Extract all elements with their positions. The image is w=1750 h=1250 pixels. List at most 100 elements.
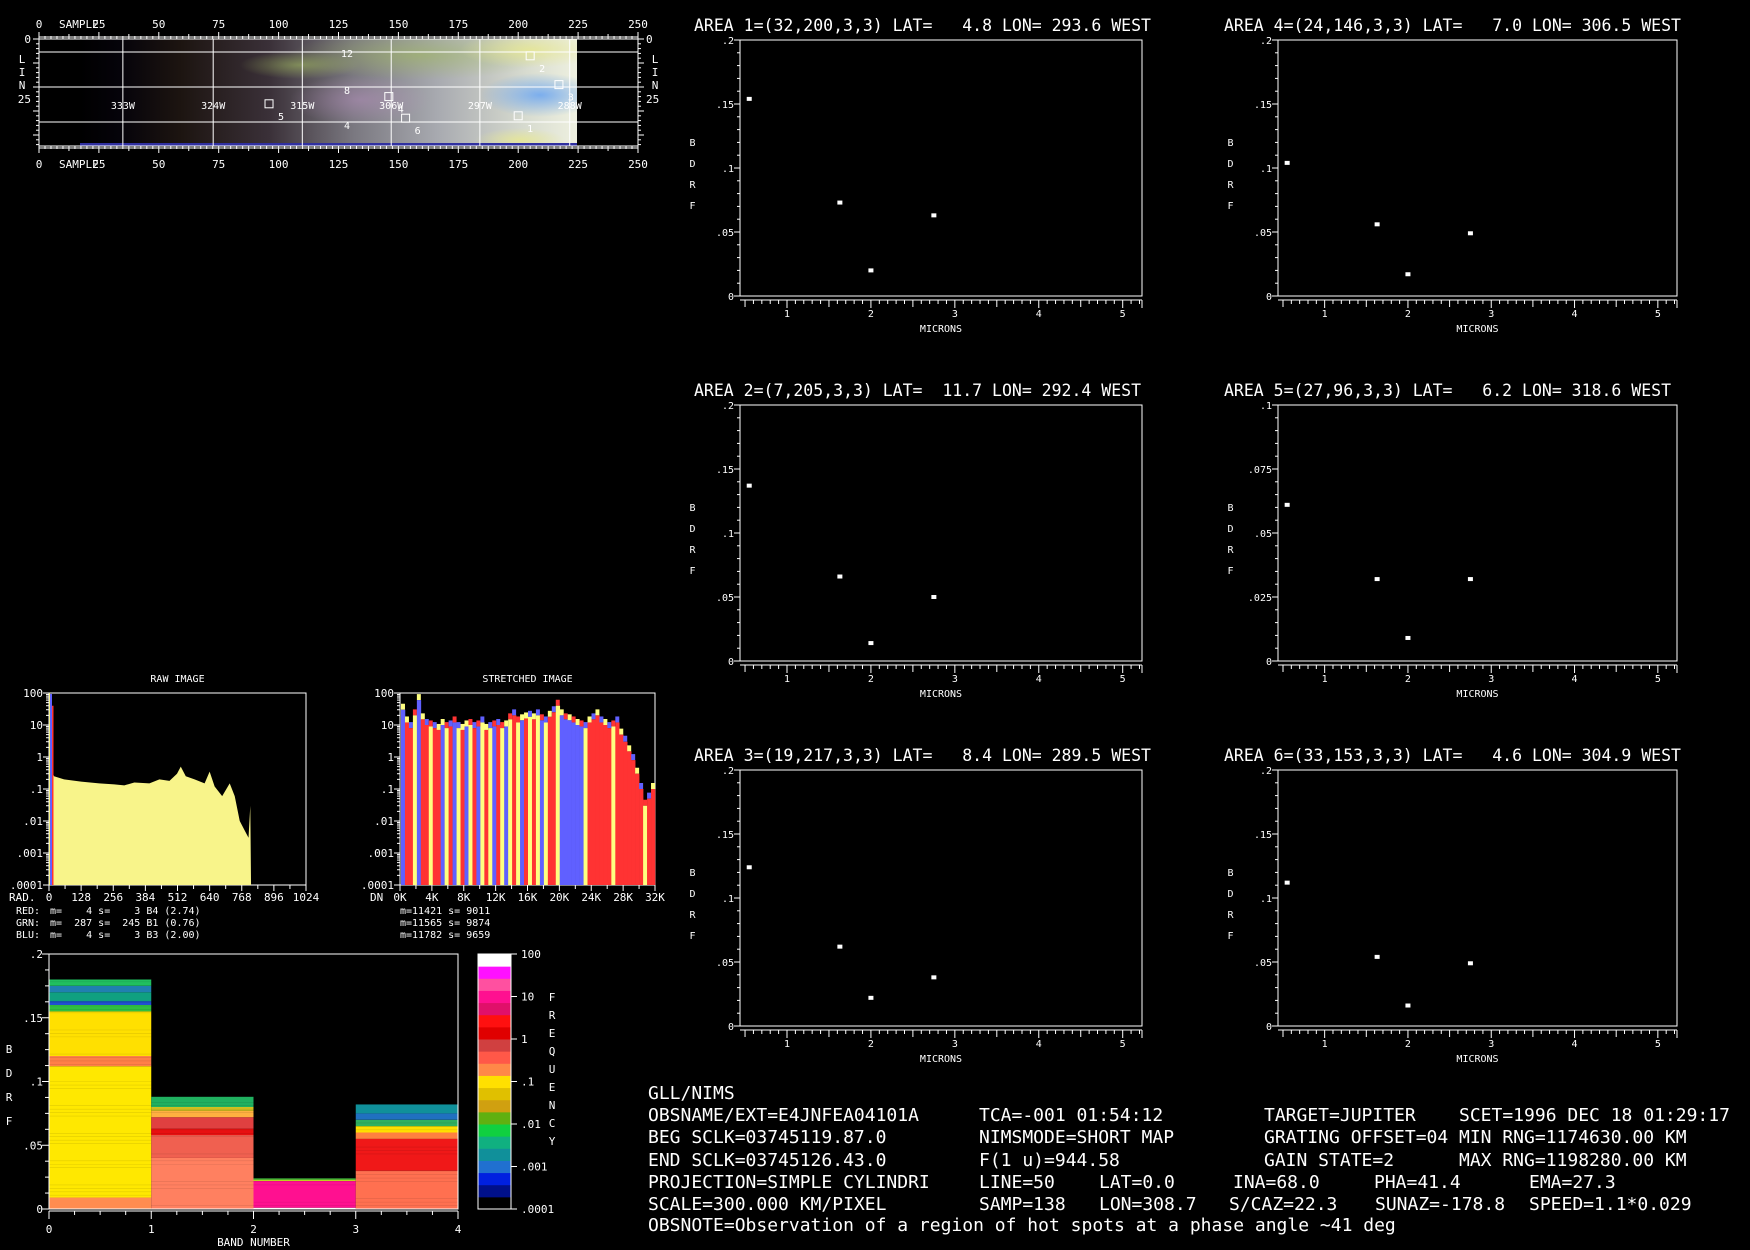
y-tick-label: .05: [716, 958, 734, 969]
band-bar-segment: [49, 985, 152, 993]
x-axis-label: DN: [370, 891, 383, 904]
y-tick-label: 0: [728, 1022, 734, 1033]
histogram-bin: [520, 720, 525, 885]
sample-tick-label: 100: [269, 18, 289, 31]
histogram-bin-cap: [456, 722, 461, 729]
stat-text: m=11421 s= 9011: [400, 906, 490, 917]
x-tick-label: 3: [1488, 1039, 1494, 1050]
histogram-bin: [559, 715, 565, 885]
data-point: [1284, 160, 1290, 165]
sample-tick-label: 200: [508, 18, 528, 31]
data-point: [746, 96, 752, 101]
x-tick-label: 2: [868, 1039, 874, 1050]
histogram-bin: [583, 728, 588, 885]
band-bar-segment: [49, 1001, 152, 1005]
histogram-bin-cap: [401, 703, 405, 710]
histogram-bin-cap: [480, 716, 485, 723]
sample-tick-label: 250: [628, 158, 648, 171]
y-tick-label: .15: [716, 465, 734, 476]
colorbar-swatch: [478, 1184, 511, 1198]
colorbar-swatch: [478, 1002, 511, 1016]
histogram-bin-cap: [416, 694, 421, 701]
histogram-bin: [627, 751, 632, 885]
y-tick-label: .05: [1254, 228, 1272, 239]
sample-tick-label: 200: [508, 158, 528, 171]
colorbar-tick-label: .001: [521, 1161, 548, 1174]
x-tick-label: 2: [868, 674, 874, 685]
y-axis-label: BDRF: [687, 502, 698, 587]
histogram-bin: [603, 725, 608, 885]
colorbar-swatch: [478, 1039, 511, 1052]
x-tick-label: 1: [784, 674, 790, 685]
line-axis-letter: N: [652, 79, 659, 92]
histogram-bin-cap: [555, 699, 560, 706]
data-point: [746, 865, 752, 870]
histogram-bin: [647, 798, 652, 885]
area-plot-title: AREA 3=(19,217,3,3) LAT= 8.4 LON= 289.5 …: [694, 746, 1151, 765]
histogram-bin: [432, 728, 438, 885]
x-tick-label: 896: [264, 891, 284, 904]
y-tick-label: .2: [1260, 36, 1272, 47]
histogram-bin: [531, 719, 537, 885]
y-tick-label: .05: [1254, 529, 1272, 540]
data-point: [1374, 222, 1380, 227]
sample-tick-label: 150: [388, 158, 408, 171]
histogram-bin: [595, 715, 600, 885]
x-axis-label: MICRONS: [1456, 689, 1498, 700]
area-plot-3: AREA 3=(19,217,3,3) LAT= 8.4 LON= 289.5 …: [694, 746, 1151, 1065]
colorbar-swatch: [478, 1014, 511, 1028]
x-axis-label: MICRONS: [920, 689, 962, 700]
sample-tick-label: 125: [329, 158, 349, 171]
histogram-bin: [579, 726, 584, 885]
x-tick-label: 2: [868, 309, 874, 320]
y-axis-label: BDRF: [2, 1042, 16, 1139]
histogram-bin: [551, 712, 557, 885]
histogram-bin-cap: [603, 719, 608, 725]
histogram-bin: [524, 718, 529, 885]
x-tick-label: 4: [1036, 1039, 1042, 1050]
histogram-bin-cap: [575, 719, 580, 725]
x-tick-label: 512: [168, 891, 188, 904]
line-tick-label: 25: [646, 93, 659, 106]
y-tick-label: .025: [1248, 593, 1272, 604]
plot-frame: [739, 769, 1143, 1027]
x-tick-label: 4: [1572, 309, 1578, 320]
data-point: [1405, 635, 1411, 640]
histogram-bin-cap: [543, 716, 548, 723]
plot-frame: [1277, 39, 1678, 297]
histogram-bin-cap: [436, 723, 441, 730]
y-tick-label: .1: [1260, 894, 1272, 905]
raw-histogram-area: [49, 693, 252, 885]
image-cloud-band: [290, 75, 430, 125]
sample-tick-label: 50: [152, 18, 165, 31]
info-field: SCALE=300.000 KM/PIXEL: [648, 1194, 887, 1215]
sample-axis-label: SAMPLE: [59, 158, 99, 171]
info-field: MIN RNG=1174630.00 KM: [1459, 1127, 1687, 1148]
area-marker-label: 3: [568, 93, 574, 104]
histogram-bin-cap: [599, 716, 604, 723]
area-plot-title: AREA 2=(7,205,3,3) LAT= 11.7 LON= 292.4 …: [694, 381, 1141, 400]
histogram-bin: [587, 722, 592, 885]
sample-tick-label: 50: [152, 158, 165, 171]
x-axis-label: MICRONS: [1456, 1054, 1498, 1065]
band-bar-segment: [355, 1132, 458, 1139]
histogram-bin: [528, 716, 533, 885]
info-field: LINE=50: [979, 1172, 1055, 1193]
band-bar-segment: [355, 1170, 458, 1209]
y-tick-label: 0: [36, 1203, 43, 1216]
y-tick-label: .001: [17, 847, 44, 860]
x-tick-label: 384: [135, 891, 155, 904]
histogram-bin-cap: [444, 722, 449, 729]
band-bar-segment: [253, 1178, 356, 1180]
area-plot-title: AREA 1=(32,200,3,3) LAT= 4.8 LON= 293.6 …: [694, 16, 1151, 35]
area-marker-label: 6: [415, 126, 421, 137]
colorbar-swatch: [478, 1136, 511, 1149]
histogram-bin-cap: [528, 710, 532, 717]
y-axis-label: BDRF: [1225, 867, 1236, 952]
x-tick-label: 1024: [293, 891, 320, 904]
info-field: S/CAZ=22.3: [1229, 1194, 1337, 1215]
band-bar-segment: [355, 1104, 458, 1114]
y-axis-label: FREQUENCY: [545, 990, 559, 1153]
histogram-bin: [480, 722, 485, 885]
colorbar-swatch: [478, 1087, 511, 1101]
